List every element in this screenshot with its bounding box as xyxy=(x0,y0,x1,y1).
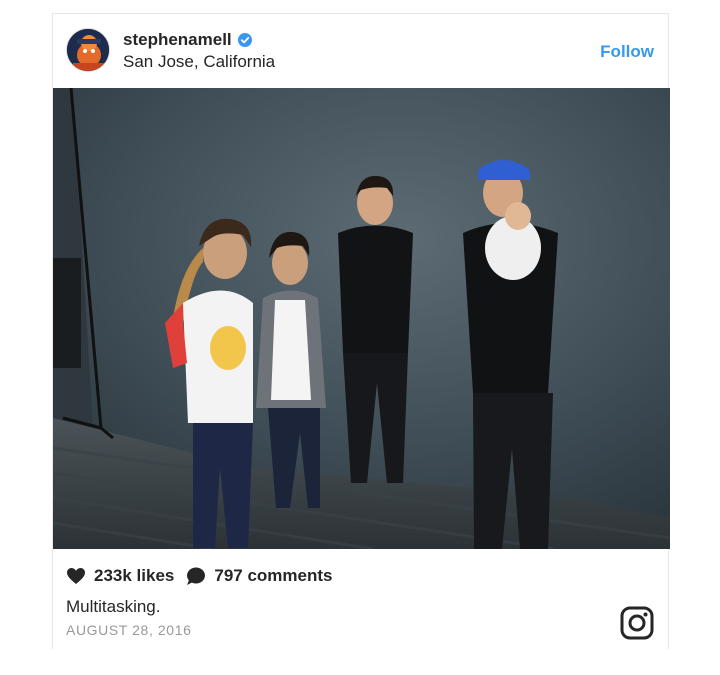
username-link[interactable]: stephenamell xyxy=(123,30,232,50)
heart-icon xyxy=(67,568,85,584)
location-link[interactable]: San Jose, California xyxy=(123,52,275,72)
comments-stat[interactable]: 797 comments xyxy=(186,566,332,586)
post-footer: 233k likes 797 comments Multitasking. AU… xyxy=(53,549,668,650)
avatar[interactable] xyxy=(66,28,110,72)
post-header: stephenamell San Jose, California Follow xyxy=(53,14,668,88)
likes-count: 233k likes xyxy=(94,566,175,585)
comments-count: 797 comments xyxy=(214,566,333,585)
instagram-logo-icon[interactable] xyxy=(620,606,654,640)
post-photo[interactable] xyxy=(53,88,670,549)
username-row: stephenamell xyxy=(123,30,252,50)
instagram-embed-card: stephenamell San Jose, California Follow xyxy=(52,13,670,650)
post-caption: Multitasking. xyxy=(66,597,161,616)
likes-stat[interactable]: 233k likes xyxy=(66,566,174,586)
post-date: AUGUST 28, 2016 xyxy=(66,622,192,638)
verified-badge-icon xyxy=(237,33,252,47)
engagement-stats: 233k likes 797 comments xyxy=(66,566,344,586)
speech-bubble-icon xyxy=(187,567,206,585)
follow-button[interactable]: Follow xyxy=(600,42,654,62)
